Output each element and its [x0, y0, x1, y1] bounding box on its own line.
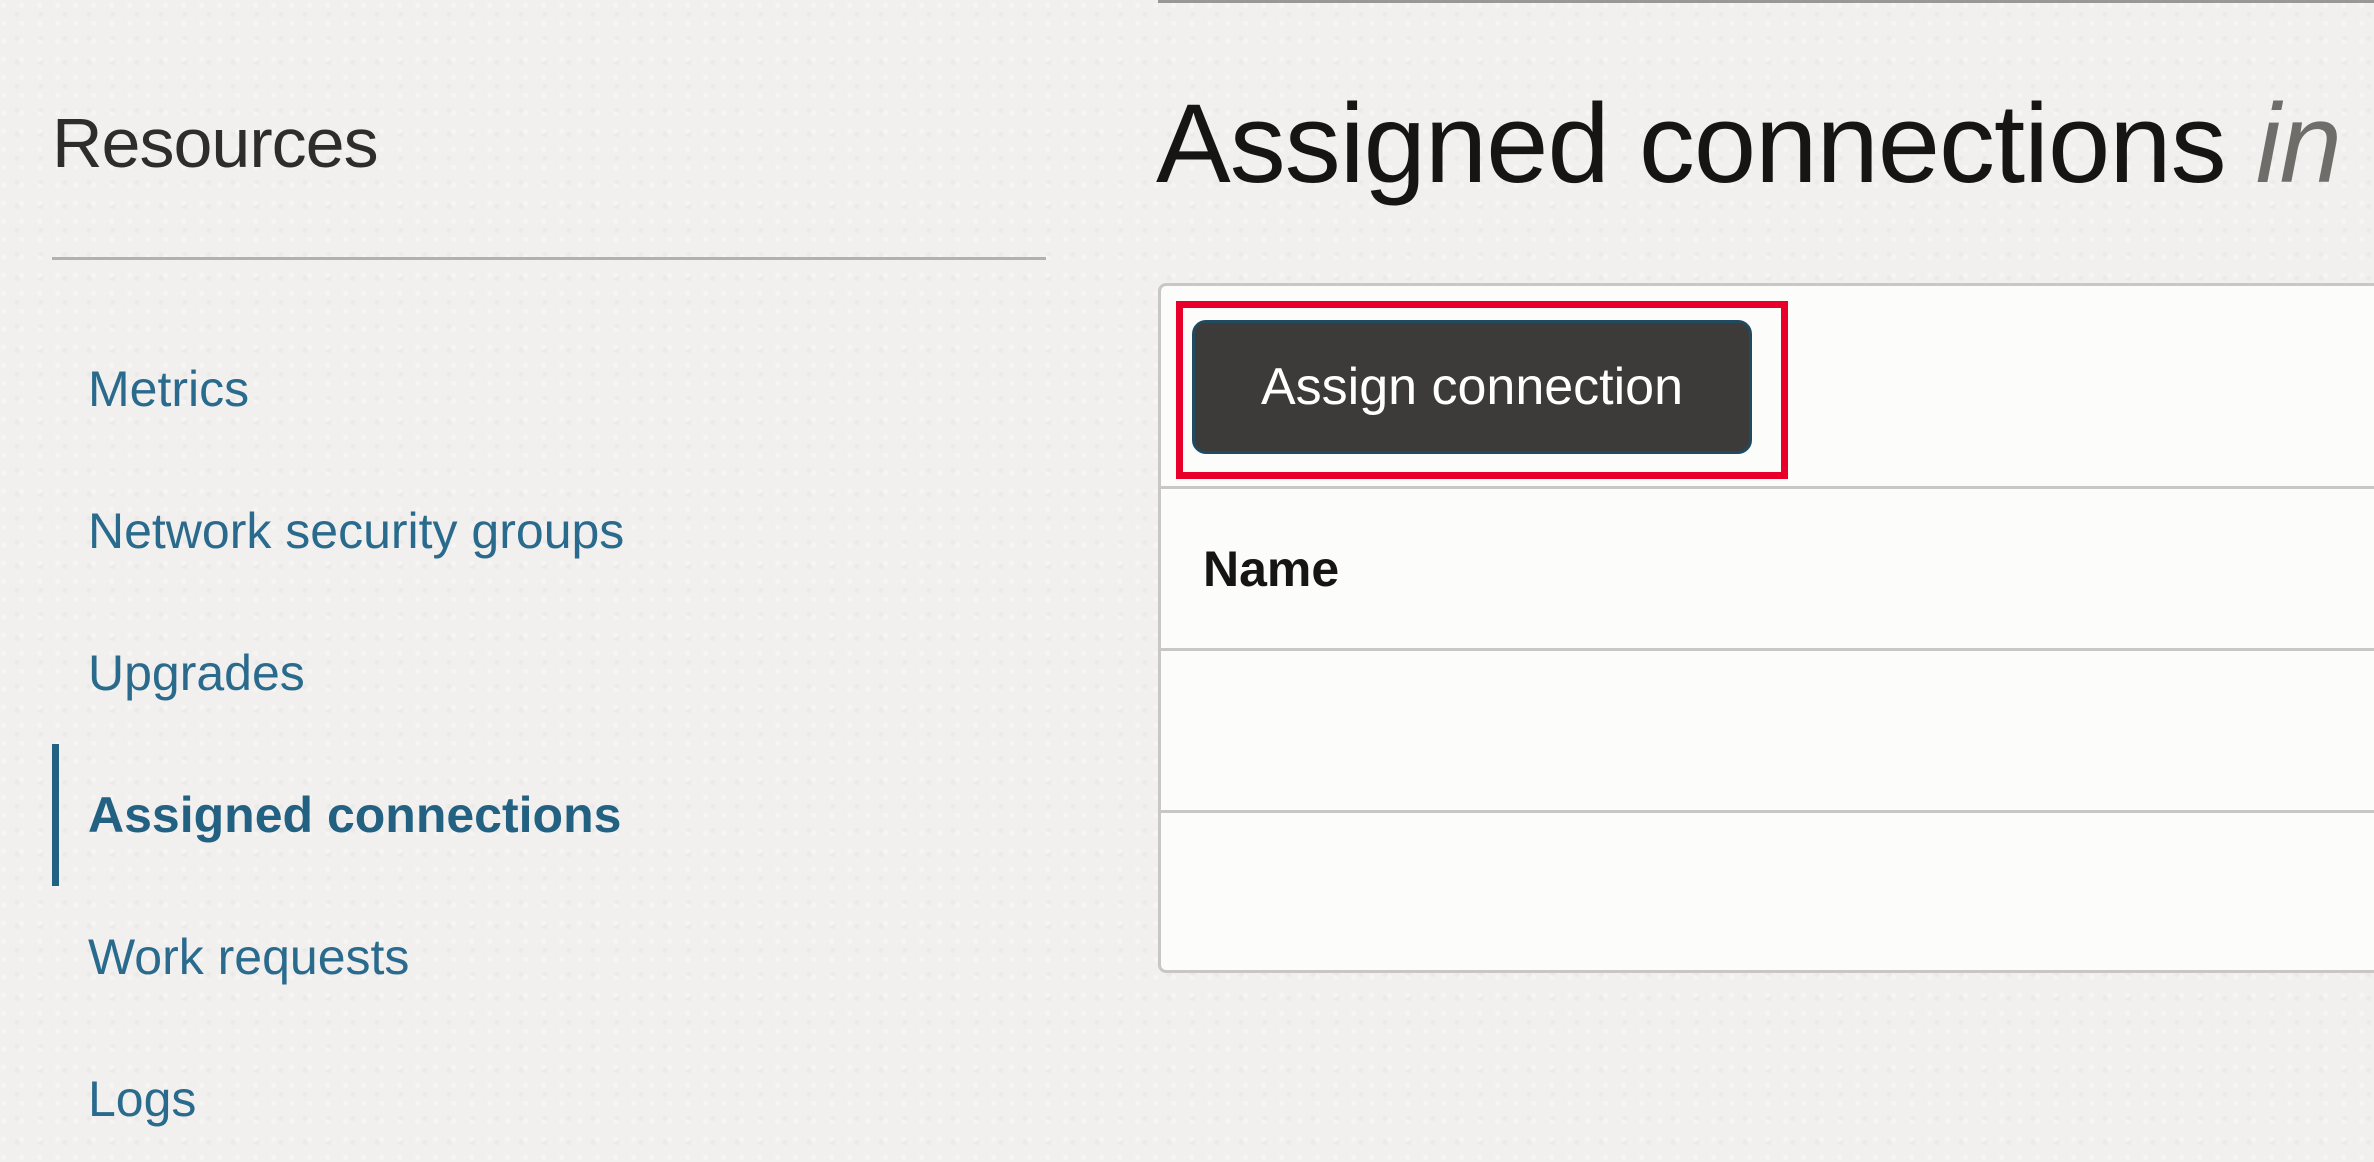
table-row — [1161, 651, 2374, 813]
sidebar-item-logs[interactable]: Logs — [52, 1028, 1046, 1162]
assign-connection-button[interactable]: Assign connection — [1192, 320, 1752, 454]
table-header: Name — [1161, 489, 2374, 651]
sidebar-item-work-requests[interactable]: Work requests — [52, 886, 1046, 1028]
sidebar-item-metrics[interactable]: Metrics — [52, 318, 1046, 460]
resources-nav: Metrics Network security groups Upgrades… — [52, 318, 1046, 1162]
connections-table-panel: Assign connection Name — [1158, 283, 2374, 973]
sidebar-item-label: Upgrades — [88, 645, 305, 701]
page-title-suffix: in — [2255, 81, 2342, 206]
page-title: Assigned connections in — [1156, 88, 2342, 200]
page-title-text: Assigned connections — [1156, 81, 2227, 206]
top-divider — [1158, 0, 2374, 3]
sidebar-divider — [52, 257, 1046, 260]
sidebar-item-network-security-groups[interactable]: Network security groups — [52, 460, 1046, 602]
sidebar-item-upgrades[interactable]: Upgrades — [52, 602, 1046, 744]
sidebar-item-label: Work requests — [88, 929, 410, 985]
sidebar-item-label: Network security groups — [88, 503, 625, 559]
column-header-name[interactable]: Name — [1203, 540, 1339, 598]
table-toolbar: Assign connection — [1161, 286, 2374, 489]
active-indicator — [52, 744, 59, 886]
sidebar-title: Resources — [52, 104, 379, 182]
sidebar-item-assigned-connections[interactable]: Assigned connections — [52, 744, 1046, 886]
sidebar-item-label: Assigned connections — [88, 787, 622, 843]
sidebar-item-label: Metrics — [88, 361, 250, 417]
sidebar-item-label: Logs — [88, 1071, 197, 1127]
table-row — [1161, 813, 2374, 975]
